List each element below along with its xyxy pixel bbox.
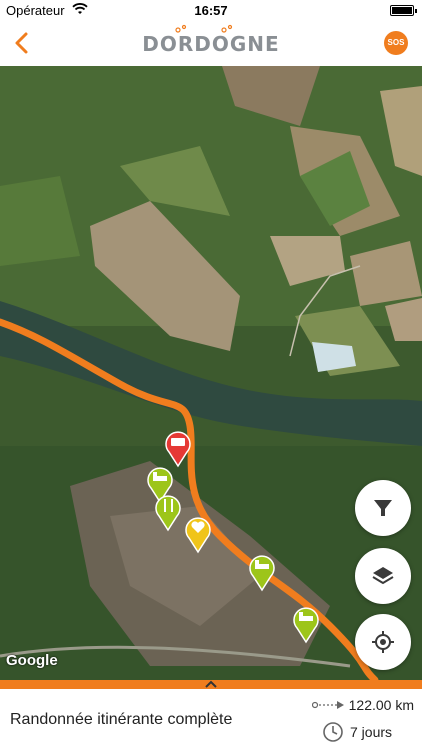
distance-icon	[312, 701, 344, 709]
status-time: 16:57	[194, 3, 228, 18]
chevron-up-icon[interactable]	[204, 679, 218, 689]
filter-button[interactable]	[355, 480, 411, 536]
locate-icon	[372, 631, 394, 653]
nav-bar: DORDOGNE SOS	[0, 22, 422, 67]
route-info-panel[interactable]: Randonnée itinérante complète 122.00 km …	[0, 689, 422, 750]
route-title: Randonnée itinérante complète	[10, 711, 233, 728]
google-attribution: Google	[6, 652, 58, 669]
sos-button[interactable]: SOS	[384, 31, 408, 55]
map-view[interactable]: Google	[0, 66, 422, 680]
app-logo: DORDOGNE	[142, 32, 280, 56]
status-bar: Opérateur 16:57	[0, 0, 422, 22]
battery-icon	[390, 5, 417, 16]
locate-button[interactable]	[355, 614, 411, 670]
layers-button[interactable]	[355, 548, 411, 604]
bottom-sheet-handle[interactable]	[0, 680, 422, 689]
route-duration: 7 jours	[350, 724, 393, 740]
clock-icon	[323, 722, 343, 742]
filter-icon	[374, 500, 392, 516]
route-distance: 122.00 km	[348, 697, 414, 713]
layers-icon	[372, 567, 394, 585]
